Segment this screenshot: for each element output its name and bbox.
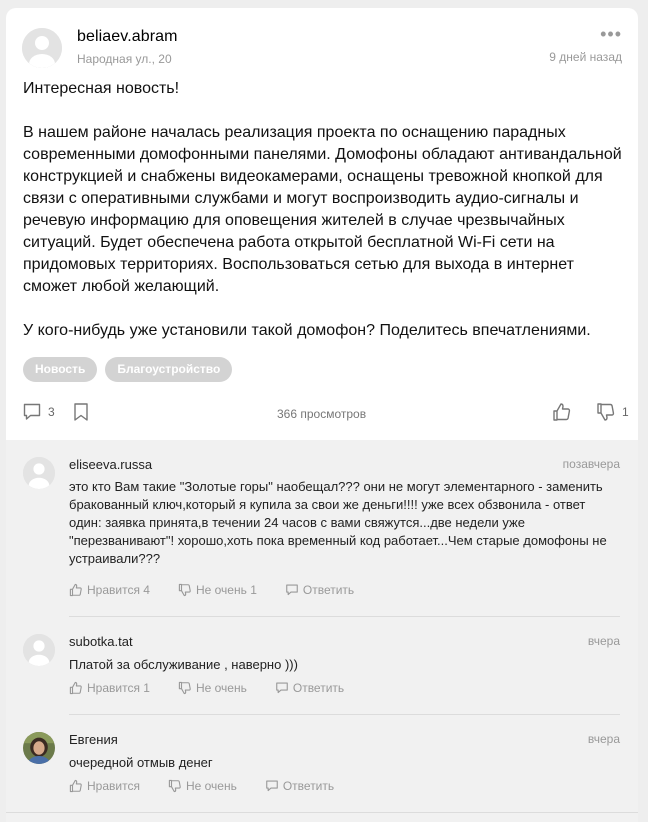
comment-time: позавчера [562,457,620,471]
comment-reply-button[interactable]: Ответить [285,583,354,597]
comment-reply-label: Ответить [292,681,345,695]
comment-like-button[interactable]: Нравится 1 [69,681,150,695]
thumb-up-icon [69,779,82,793]
comment-dislike-button[interactable]: Не очень [178,681,247,695]
comment-author[interactable]: eliseeva.russa [69,457,152,472]
default-avatar-icon [23,457,55,489]
comment-time: вчера [587,732,620,746]
thumb-down-icon [168,779,181,793]
comment-divider [69,616,620,617]
default-avatar-icon [22,28,62,68]
bookmark-button[interactable] [72,402,90,422]
comment-avatar[interactable] [23,634,55,666]
comment-reply-button[interactable]: Ответить [275,681,344,695]
post-paragraph: Интересная новость! [23,80,180,97]
bookmark-icon [74,403,88,421]
post-time: 9 дней назад [549,50,622,64]
reply-icon [266,780,278,792]
comment-like-label: Нравится 4 [87,583,150,597]
reply-icon [286,584,298,596]
thumb-down-icon [597,403,615,421]
post-author[interactable]: beliaev.abram [77,28,178,46]
comment-like-label: Нравится [87,779,140,793]
more-icon[interactable]: ••• [600,25,622,43]
comment-dislike-button[interactable]: Не очень [168,779,237,793]
post-tags: Новость Благоустройство [23,357,233,382]
post-actions: 3 366 просмотров 1 [22,402,629,426]
comment: eliseeva.russa позавчера это кто Вам так… [23,457,620,607]
tag-news[interactable]: Новость [23,357,98,382]
post-paragraph: В нашем районе началась реализация проек… [23,124,622,295]
thumb-up-icon [69,681,82,695]
comment: subotka.tat вчера Платой за обслуживание… [23,634,620,704]
comment-reply-button[interactable]: Ответить [265,779,334,793]
user-photo-avatar [23,732,55,764]
comment-text: Платой за обслуживание , наверно ))) [69,657,298,672]
comment-like-button[interactable]: Нравится 4 [69,583,150,597]
comments-button[interactable]: 3 [22,402,55,422]
post-address: Народная ул., 20 [77,52,172,66]
comment-text: это кто Вам такие "Золотые горы" наобеща… [69,479,607,566]
views-count: 366 просмотров [277,407,367,421]
comments-section: eliseeva.russa позавчера это кто Вам так… [6,440,638,822]
thumb-up-icon [553,403,571,421]
comment-icon [23,403,41,420]
comment-dislike-label: Не очень 1 [195,583,257,597]
comment-actions: Нравится 1 Не очень Ответить [69,681,372,695]
default-avatar-icon [23,634,55,666]
thumb-up-icon [69,583,82,597]
comment-divider [69,714,620,715]
comment-text: очередной отмыв денег [69,755,213,770]
thumb-down-icon [178,583,191,597]
tag-improvement[interactable]: Благоустройство [105,357,233,382]
comments-count: 3 [48,405,55,419]
post-body: Интересная новость! В нашем районе начал… [23,78,623,342]
comment-time: вчера [587,634,620,648]
reply-icon [276,682,288,694]
user-photo-avatar[interactable] [23,732,55,764]
dislike-button[interactable]: 1 [596,402,629,422]
comment: Евгения вчера очередной отмыв денег Нрав… [23,732,620,802]
post-header: beliaev.abram Народная ул., 20 ••• 9 дне… [22,25,622,68]
comment-actions: Нравится 4 Не очень 1 Ответить [69,583,382,597]
comment-reply-label: Ответить [282,779,335,793]
comment-dislike-button[interactable]: Не очень 1 [178,583,257,597]
comment-like-label: Нравится 1 [87,681,150,695]
comment-actions: Нравится Не очень Ответить [69,779,362,793]
post-card: beliaev.abram Народная ул., 20 ••• 9 дне… [6,8,638,822]
comment-divider [6,812,638,813]
comment-dislike-label: Не очень [185,779,237,793]
comment-avatar[interactable] [23,457,55,489]
comment-reply-label: Ответить [302,583,355,597]
comment-author[interactable]: subotka.tat [69,634,133,649]
post-paragraph: У кого-нибудь уже установили такой домоф… [23,322,591,339]
comment-like-button[interactable]: Нравится [69,779,140,793]
like-button[interactable] [552,402,572,422]
comment-dislike-label: Не очень [195,681,247,695]
thumb-down-icon [178,681,191,695]
comment-author[interactable]: Евгения [69,732,118,747]
dislikes-count: 1 [622,405,629,419]
author-avatar[interactable] [22,28,62,68]
